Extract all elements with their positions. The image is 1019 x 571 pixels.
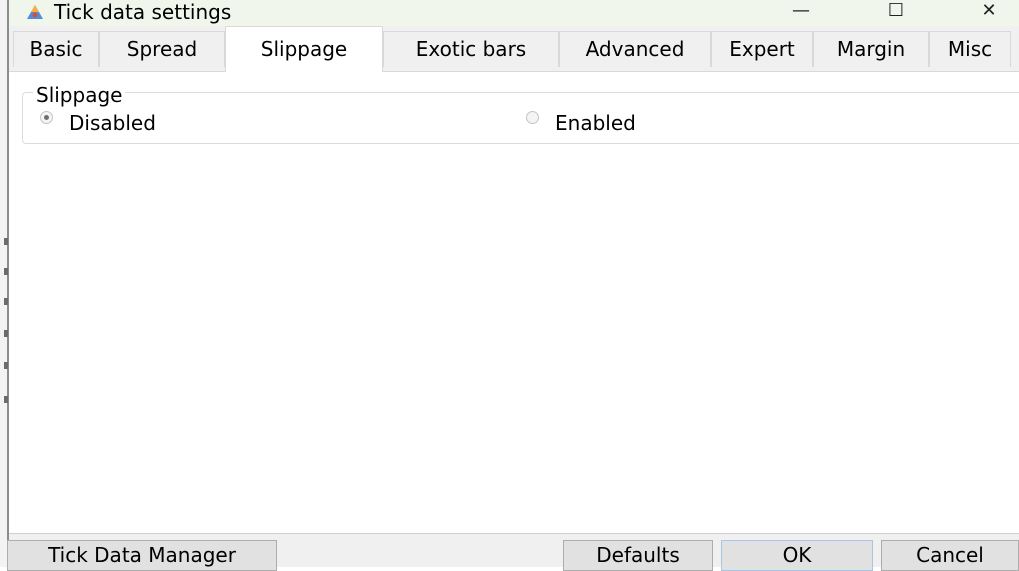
tab-margin[interactable]: Margin xyxy=(813,31,929,67)
edge-mark xyxy=(4,330,8,337)
disabled-radio[interactable] xyxy=(40,111,53,124)
tab-exotic-bars[interactable]: Exotic bars xyxy=(383,31,559,67)
tab-advanced[interactable]: Advanced xyxy=(559,31,711,67)
slippage-group-title: Slippage xyxy=(33,83,126,107)
edge-mark xyxy=(4,268,8,275)
window-title: Tick data settings xyxy=(54,0,232,24)
tab-bar: Basic Spread Slippage Exotic bars Advanc… xyxy=(9,26,1019,72)
tab-misc[interactable]: Misc xyxy=(929,31,1011,67)
dialog-footer: Tick Data Manager Defaults OK Cancel xyxy=(7,533,1019,571)
tab-expert[interactable]: Expert xyxy=(711,31,813,67)
background-window-edge xyxy=(0,0,9,567)
tick-data-manager-button[interactable]: Tick Data Manager xyxy=(7,540,277,571)
edge-mark xyxy=(4,238,8,245)
slippage-groupbox xyxy=(22,92,1019,144)
app-icon xyxy=(27,5,43,19)
tab-spread[interactable]: Spread xyxy=(99,31,225,67)
maximize-button[interactable]: ☐ xyxy=(871,0,921,24)
enabled-radio-label[interactable]: Enabled xyxy=(555,111,636,135)
tab-slippage[interactable]: Slippage xyxy=(225,26,383,72)
cancel-button[interactable]: Cancel xyxy=(881,540,1019,571)
edge-mark xyxy=(4,298,8,305)
tab-content-slippage: Slippage Disabled Enabled xyxy=(9,72,1019,534)
title-bar[interactable]: Tick data settings — ☐ ✕ xyxy=(9,0,1019,26)
tab-basic[interactable]: Basic xyxy=(13,31,99,67)
close-button[interactable]: ✕ xyxy=(964,0,1014,24)
disabled-radio-label[interactable]: Disabled xyxy=(69,111,156,135)
defaults-button[interactable]: Defaults xyxy=(563,540,713,571)
ok-button[interactable]: OK xyxy=(721,540,873,571)
edge-mark xyxy=(4,362,8,369)
edge-mark xyxy=(4,396,8,403)
minimize-button[interactable]: — xyxy=(776,0,826,24)
enabled-radio[interactable] xyxy=(526,111,539,124)
